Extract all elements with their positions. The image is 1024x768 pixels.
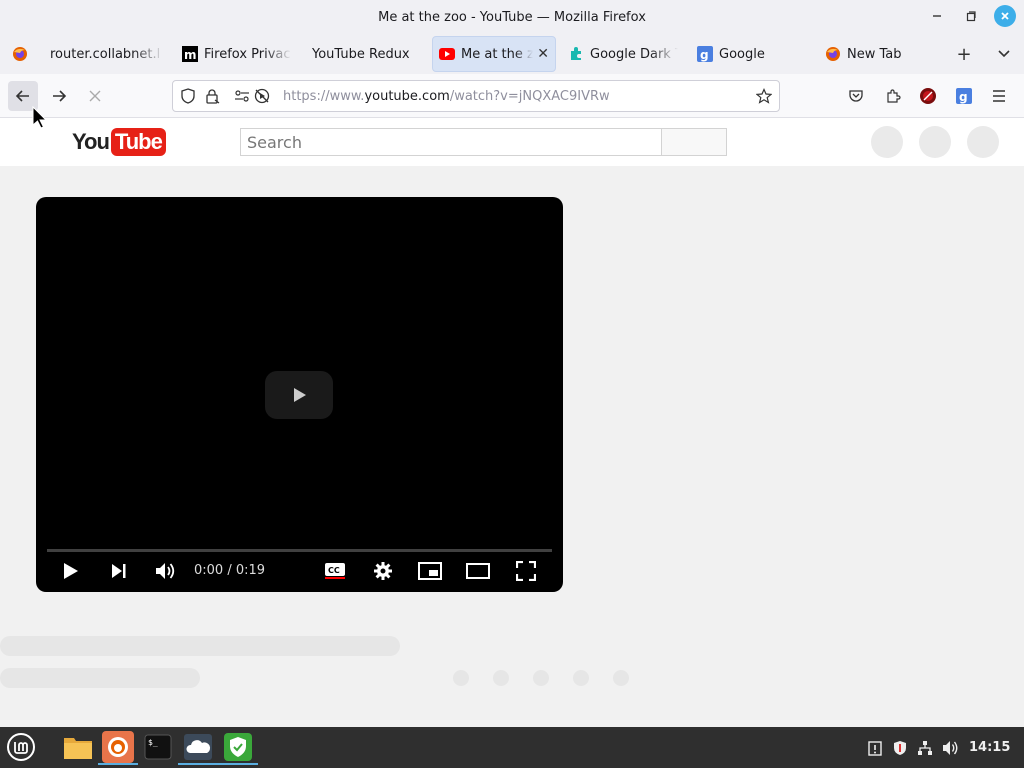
forward-arrow-icon <box>53 90 67 102</box>
fullscreen-button[interactable] <box>515 559 537 583</box>
next-icon <box>112 564 126 578</box>
theater-mode-button[interactable] <box>466 559 490 583</box>
play-icon <box>294 388 306 402</box>
permissions-icon[interactable] <box>233 87 251 105</box>
video-player[interactable]: 0:00 / 0:19 CC <box>36 197 563 592</box>
bookmark-star-icon[interactable] <box>755 87 773 105</box>
web-page: You Tube 0:00 / 0:19 CC <box>0 118 1024 727</box>
settings-button[interactable] <box>372 559 394 583</box>
active-indicator <box>178 763 218 765</box>
svg-text:g: g <box>959 90 968 104</box>
captions-icon: CC <box>325 563 345 579</box>
tracking-protection-shield-icon[interactable] <box>179 87 197 105</box>
files-folder-icon[interactable] <box>62 731 94 763</box>
search-input[interactable] <box>241 129 661 155</box>
mouse-cursor-icon <box>32 105 48 134</box>
close-tab-icon[interactable]: ✕ <box>533 46 549 62</box>
pocket-icon[interactable] <box>845 85 867 107</box>
loading-placeholder-dot <box>493 670 509 686</box>
tab-router[interactable]: router.collabnet.l <box>42 36 164 72</box>
url-bar[interactable]: https://www.youtube.com/watch?v=jNQXAC9I… <box>172 80 780 112</box>
loading-placeholder-dot <box>573 670 589 686</box>
active-indicator <box>218 763 258 765</box>
header-placeholder-circle <box>919 126 951 158</box>
progress-bar[interactable] <box>47 549 552 552</box>
update-manager-icon[interactable] <box>866 739 884 757</box>
window-title: Me at the zoo - YouTube — Mozilla Firefo… <box>378 9 646 25</box>
next-button[interactable] <box>108 559 130 583</box>
forward-button[interactable] <box>44 81 74 111</box>
fullscreen-icon <box>516 561 536 581</box>
tab-firefox-privacy[interactable]: m Firefox Privac <box>182 36 292 72</box>
hamburger-menu-icon[interactable] <box>988 85 1010 107</box>
captions-button[interactable]: CC <box>324 559 346 583</box>
play-icon <box>64 563 78 579</box>
window-controls <box>926 5 1016 27</box>
gear-icon <box>374 562 392 580</box>
stop-icon <box>89 90 101 102</box>
youtube-logo[interactable]: You Tube <box>72 128 166 156</box>
miniplayer-button[interactable] <box>418 559 442 583</box>
svg-text:CC: CC <box>328 566 340 575</box>
extension-red-ball-icon[interactable] <box>917 85 939 107</box>
header-placeholder-circle <box>871 126 903 158</box>
loading-placeholder-dot <box>613 670 629 686</box>
extensions-puzzle-icon[interactable] <box>882 85 904 107</box>
svg-text:g: g <box>700 48 709 62</box>
network-icon[interactable] <box>916 739 934 757</box>
extension-google-icon[interactable]: g <box>953 85 975 107</box>
play-button[interactable] <box>60 559 82 583</box>
autoplay-blocked-icon[interactable] <box>253 87 271 105</box>
svg-text:$_: $_ <box>148 738 158 747</box>
theater-icon <box>466 563 490 579</box>
google-g-icon: g <box>697 46 713 62</box>
tab-google[interactable]: g Google <box>697 36 807 72</box>
mint-menu-icon[interactable] <box>5 731 37 763</box>
large-play-button[interactable] <box>265 371 333 419</box>
list-all-tabs-chevron-icon[interactable] <box>992 42 1016 66</box>
youtube-icon <box>439 46 455 62</box>
maximize-icon[interactable] <box>960 5 982 27</box>
search-button[interactable] <box>661 128 727 156</box>
connection-lock-icon[interactable] <box>203 87 221 105</box>
puzzle-icon <box>568 46 584 62</box>
svg-text:m: m <box>184 48 197 62</box>
miniplayer-icon <box>418 562 442 580</box>
mozilla-m-icon: m <box>182 46 198 62</box>
minimize-icon[interactable] <box>926 5 948 27</box>
close-window-icon[interactable] <box>994 5 1016 27</box>
loading-placeholder-bar <box>0 668 200 688</box>
back-arrow-icon <box>15 90 29 102</box>
loading-placeholder-bar <box>0 636 400 656</box>
cloud-app-icon[interactable] <box>178 731 218 765</box>
firefox-icon <box>825 46 841 62</box>
tab-new-tab[interactable]: New Tab <box>825 36 935 72</box>
tab-me-at-the-zoo[interactable]: Me at the zo ✕ <box>432 36 556 72</box>
terminal-icon[interactable]: $_ <box>142 731 174 763</box>
clock[interactable]: 14:15 <box>969 740 1010 755</box>
volume-icon <box>156 563 175 579</box>
volume-tray-icon[interactable] <box>942 739 960 757</box>
taskbar: $_ 14:15 <box>0 727 1024 768</box>
youtube-search-box[interactable] <box>240 128 662 156</box>
new-tab-plus-icon[interactable]: + <box>952 42 976 66</box>
loading-placeholder-dot <box>533 670 549 686</box>
volume-button[interactable] <box>154 559 178 583</box>
tab-strip: router.collabnet.l m Firefox Privac YouT… <box>0 34 1024 74</box>
tab-youtube-redux[interactable]: YouTube Redux <box>312 36 422 72</box>
header-placeholder-circle <box>967 126 999 158</box>
youtube-header: You Tube <box>0 118 1024 166</box>
stop-loading-button[interactable] <box>80 81 110 111</box>
security-shield-tray-icon[interactable] <box>891 739 909 757</box>
time-display: 0:00 / 0:19 <box>194 563 266 578</box>
firefox-view-icon[interactable] <box>8 42 32 66</box>
window-titlebar: Me at the zoo - YouTube — Mozilla Firefo… <box>0 0 1024 34</box>
navigation-toolbar: https://www.youtube.com/watch?v=jNQXAC9I… <box>0 74 1024 118</box>
url-text[interactable]: https://www.youtube.com/watch?v=jNQXAC9I… <box>283 89 610 104</box>
active-indicator <box>98 763 138 765</box>
tab-google-dark[interactable]: Google Dark T <box>568 36 678 72</box>
loading-placeholder-dot <box>453 670 469 686</box>
firefox-taskbar-icon[interactable] <box>98 731 138 765</box>
vpn-shield-icon[interactable] <box>218 731 258 765</box>
